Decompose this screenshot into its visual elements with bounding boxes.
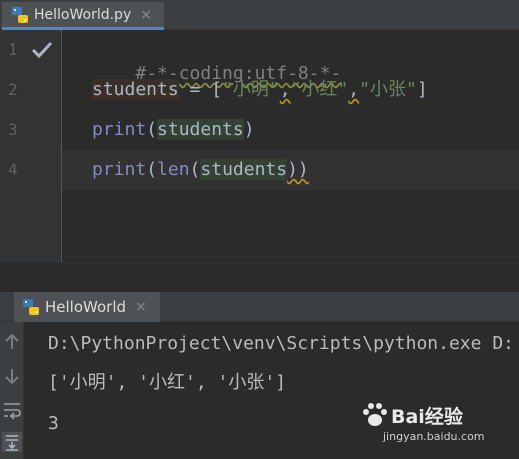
console-output-line: ['小明', '小红', '小张']	[48, 372, 287, 393]
paren: (	[189, 159, 201, 180]
code-line-3: print(students)	[92, 118, 255, 142]
string-literal: "小张"	[359, 79, 417, 100]
builtin-function: len	[157, 159, 190, 180]
comma-separator: ,	[348, 79, 360, 100]
python-file-icon	[12, 6, 28, 23]
line-number: 3	[8, 120, 18, 139]
variable-name: students	[92, 79, 179, 100]
checkmark-icon	[31, 41, 53, 59]
variable-reference: students	[200, 159, 288, 180]
arrow-down-icon[interactable]	[2, 366, 22, 386]
arrow-up-icon[interactable]	[2, 332, 22, 352]
builtin-function: print	[92, 119, 147, 140]
code-editor[interactable]: #-*-coding:utf-8-*- students = ["小明","小红…	[62, 30, 519, 262]
console-output-line: 3	[48, 413, 59, 434]
variable-reference: students	[157, 119, 244, 140]
watermark-url: jingyan.baidu.com	[383, 430, 485, 443]
editor-tab-bar: HelloWorld.py ×	[0, 0, 519, 30]
run-side-toolbar	[0, 322, 24, 459]
comma-separator: ,	[279, 79, 291, 100]
python-file-icon	[23, 299, 39, 315]
scroll-to-end-icon[interactable]	[2, 432, 22, 452]
line-number: 4	[8, 160, 18, 179]
code-line-1: #-*-coding:utf-8-*-	[92, 38, 341, 84]
code-line-4: print(len(students))	[92, 158, 309, 182]
run-tab-bar: HelloWorld ×	[0, 292, 519, 322]
paren: ))	[287, 159, 309, 180]
editor-tab-label: HelloWorld.py	[34, 6, 132, 23]
line-number-gutter: 1 2 3 4	[0, 30, 62, 262]
baidu-jingyan-watermark: Bai经验 jingyan.baidu.com	[361, 402, 501, 452]
list-close-bracket: ]	[416, 79, 428, 100]
code-line-2: students = ["小明","小红","小张"]	[92, 78, 428, 102]
string-literal: "小红"	[290, 79, 349, 100]
close-icon[interactable]: ×	[140, 7, 152, 23]
paren: (	[146, 119, 158, 140]
paren: (	[146, 159, 158, 180]
run-tab-helloworld[interactable]: HelloWorld ×	[14, 292, 160, 322]
assignment-operator: = [	[178, 79, 223, 100]
run-tab-label: HelloWorld	[45, 298, 127, 316]
line-number: 2	[8, 80, 18, 99]
editor-tab-helloworld-py[interactable]: HelloWorld.py ×	[2, 2, 164, 30]
string-literal: "小明"	[222, 79, 280, 100]
line-number: 1	[8, 40, 18, 59]
soft-wrap-icon[interactable]	[2, 400, 22, 420]
close-icon[interactable]: ×	[135, 299, 147, 315]
paren: )	[243, 119, 255, 140]
paw-logo-icon	[363, 403, 387, 426]
builtin-function: print	[92, 159, 147, 180]
watermark-logo-text: Bai经验	[391, 406, 463, 428]
console-command-line: D:\PythonProject\venv\Scripts\python.exe…	[48, 333, 514, 354]
panel-divider[interactable]	[0, 262, 519, 293]
